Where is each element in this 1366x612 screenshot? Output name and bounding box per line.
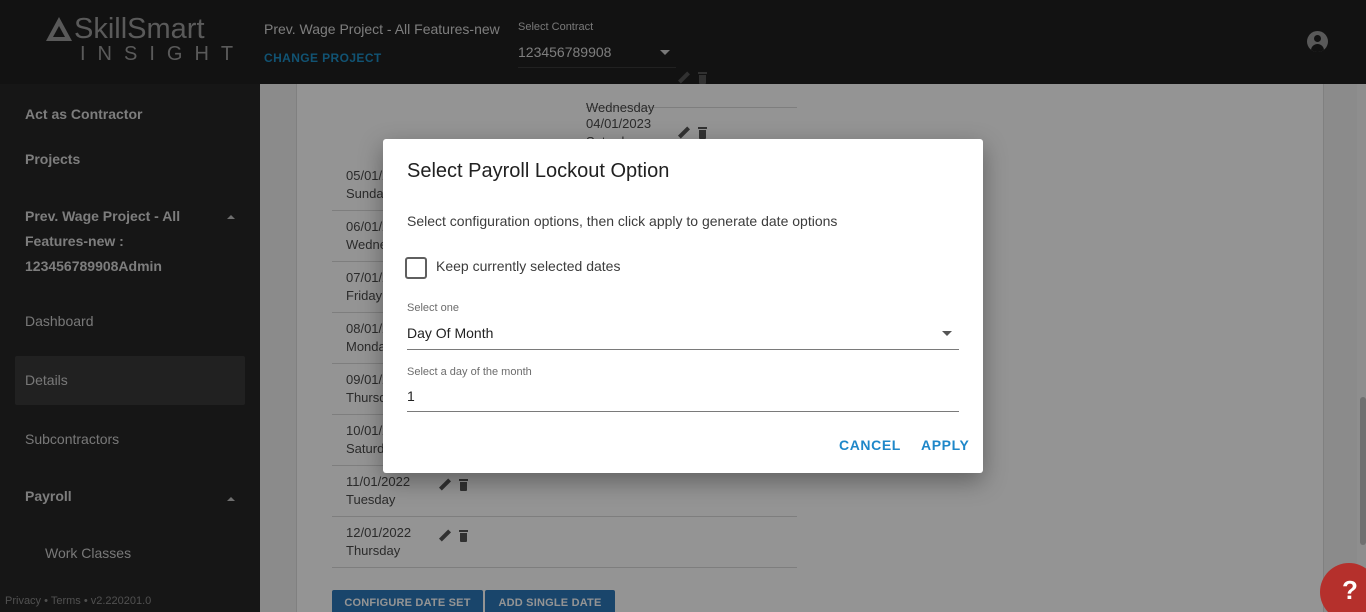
select-one-label: Select one	[407, 302, 459, 314]
lockout-type-value: Day Of Month	[407, 325, 494, 341]
keep-selected-dates-label[interactable]: Keep currently selected dates	[436, 258, 620, 274]
cancel-button[interactable]: CANCEL	[839, 437, 901, 453]
caret-down-icon	[942, 331, 952, 336]
day-of-month-input[interactable]: 1	[407, 382, 959, 412]
dialog-description: Select configuration options, then click…	[407, 213, 838, 229]
day-of-month-label: Select a day of the month	[407, 366, 532, 378]
payroll-lockout-dialog: Select Payroll Lockout Option Select con…	[383, 139, 983, 473]
lockout-type-select[interactable]: Day Of Month	[407, 319, 959, 350]
dialog-title: Select Payroll Lockout Option	[407, 160, 670, 182]
keep-selected-dates-checkbox[interactable]	[405, 257, 427, 279]
apply-button[interactable]: APPLY	[921, 437, 969, 453]
day-of-month-value: 1	[407, 388, 415, 404]
